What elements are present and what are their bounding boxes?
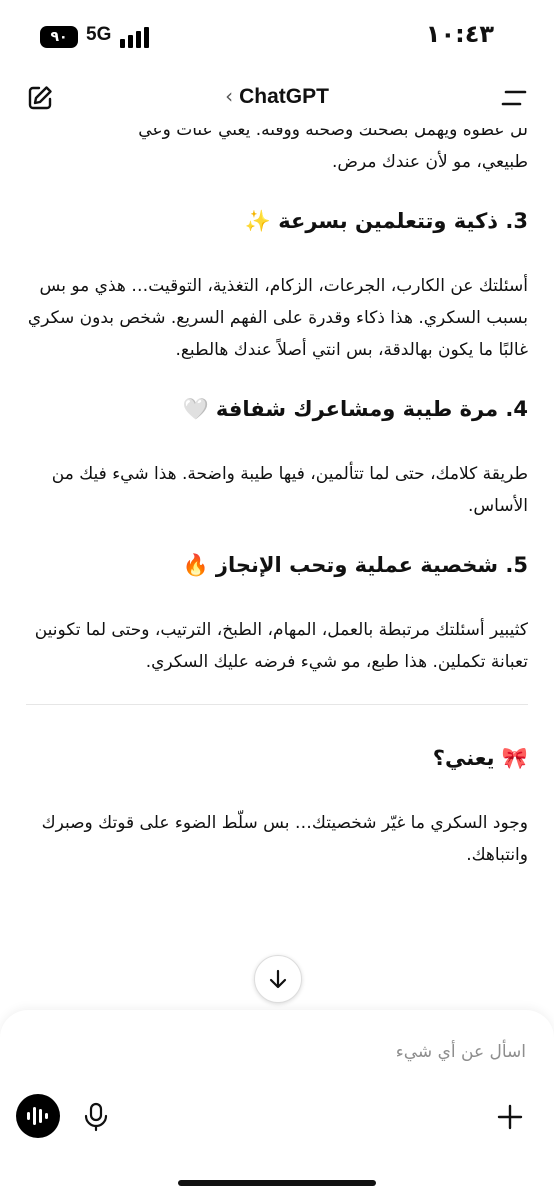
clock: ١٠:٤٣	[425, 20, 494, 48]
microphone-icon[interactable]	[83, 1102, 109, 1132]
home-indicator	[178, 1180, 376, 1186]
message-paragraph: طبيعي، مو لأن عندك مرض.	[332, 152, 528, 172]
plus-icon[interactable]	[496, 1103, 524, 1131]
summary-body: وجود السكري ما غيّر شخصيتك… بس سلّط الضو…	[41, 813, 528, 865]
section-body: طريقة كلامك، حتى لما تتألمين، فيها طيبة …	[51, 464, 528, 516]
voice-mode-button[interactable]	[16, 1094, 60, 1138]
chat-header: ‹ ChatGPT	[0, 72, 554, 128]
page-title: ChatGPT	[239, 85, 329, 108]
chevron-left-icon: ‹	[225, 84, 234, 108]
message-input[interactable]: اسأل عن أي شيء	[396, 1042, 526, 1062]
section-heading: 4. مرة طيبة ومشاعرك شفافة 🤍	[182, 397, 528, 421]
section-body: أسئلتك عن الكارب، الجرعات، الزكام، التغذ…	[27, 276, 528, 360]
scroll-down-button[interactable]	[254, 955, 302, 1003]
section-body: كثيبير أسئلتك مرتبطة بالعمل، المهام، الط…	[34, 620, 528, 672]
assistant-message: لل عطوه ويهمل بصحتك وصحته ووقته. يعني عن…	[26, 100, 528, 1000]
arrow-down-icon	[269, 969, 287, 989]
composer: اسأل عن أي شيء	[0, 1010, 554, 1200]
battery-indicator: ٩٠	[40, 26, 78, 48]
network-label: 5G	[86, 24, 112, 45]
divider	[26, 704, 528, 705]
menu-icon[interactable]	[500, 86, 528, 110]
status-bar: ٩٠ 5G ١٠:٤٣	[0, 0, 554, 70]
signal-icon	[120, 26, 152, 48]
section-heading: 3. ذكية وتتعلمين بسرعة ✨	[244, 209, 528, 233]
model-selector[interactable]: ‹ ChatGPT	[0, 84, 554, 109]
section-heading: 5. شخصية عملية وتحب الإنجاز 🔥	[182, 553, 528, 577]
summary-heading: 🎀 يعني؟	[432, 746, 528, 770]
